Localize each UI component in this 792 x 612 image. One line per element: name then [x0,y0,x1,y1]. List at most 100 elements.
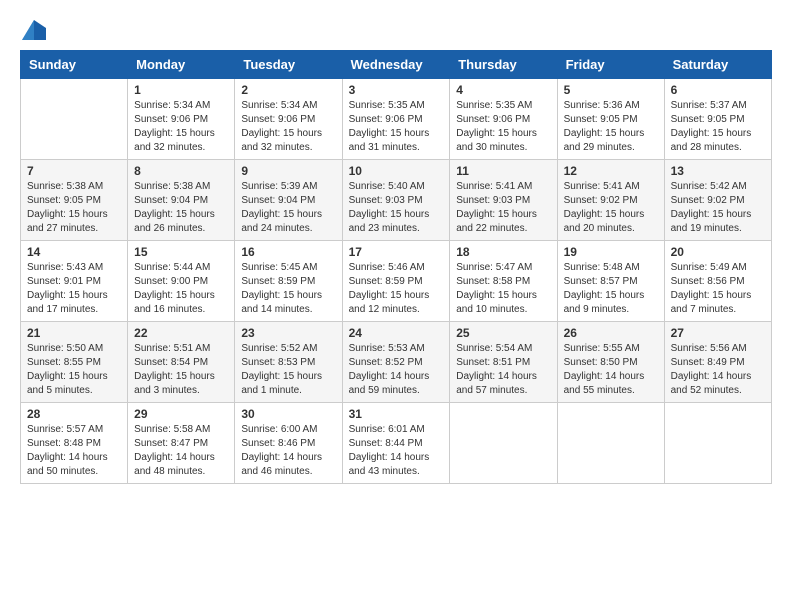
day-number: 19 [564,245,658,259]
calendar-week-row: 7 Sunrise: 5:38 AM Sunset: 9:05 PM Daylig… [21,160,772,241]
day-info: Sunrise: 5:52 AM Sunset: 8:53 PM Dayligh… [241,342,335,398]
calendar-cell [21,79,128,160]
day-of-week-header: Saturday [664,51,771,79]
calendar-cell: 7 Sunrise: 5:38 AM Sunset: 9:05 PM Daylig… [21,160,128,241]
day-number: 18 [456,245,550,259]
day-number: 20 [671,245,765,259]
day-info: Sunrise: 5:51 AM Sunset: 8:54 PM Dayligh… [134,342,228,398]
day-info: Sunrise: 5:56 AM Sunset: 8:49 PM Dayligh… [671,342,765,398]
calendar-cell: 11 Sunrise: 5:41 AM Sunset: 9:03 PM Dayli… [450,160,557,241]
calendar-cell: 25 Sunrise: 5:54 AM Sunset: 8:51 PM Dayli… [450,322,557,403]
calendar-cell: 21 Sunrise: 5:50 AM Sunset: 8:55 PM Dayli… [21,322,128,403]
calendar-cell: 5 Sunrise: 5:36 AM Sunset: 9:05 PM Daylig… [557,79,664,160]
day-of-week-header: Sunday [21,51,128,79]
calendar-cell: 20 Sunrise: 5:49 AM Sunset: 8:56 PM Dayli… [664,241,771,322]
day-info: Sunrise: 5:55 AM Sunset: 8:50 PM Dayligh… [564,342,658,398]
calendar-cell: 16Sunrise: 5:45 AM Sunset: 8:59 PM Dayli… [235,241,342,322]
day-info: Sunrise: 5:53 AM Sunset: 8:52 PM Dayligh… [349,342,444,398]
day-info: Sunrise: 5:38 AM Sunset: 9:04 PM Dayligh… [134,180,228,236]
day-info: Sunrise: 5:58 AM Sunset: 8:47 PM Dayligh… [134,423,228,479]
calendar-cell: 24Sunrise: 5:53 AM Sunset: 8:52 PM Dayli… [342,322,450,403]
calendar-cell: 22 Sunrise: 5:51 AM Sunset: 8:54 PM Dayli… [128,322,235,403]
day-number: 28 [27,407,121,421]
logo [20,20,46,40]
day-info: Sunrise: 5:34 AM Sunset: 9:06 PM Dayligh… [134,99,228,155]
day-info: Sunrise: 6:00 AM Sunset: 8:46 PM Dayligh… [241,423,335,479]
day-number: 6 [671,83,765,97]
page-header [20,20,772,40]
calendar-cell [450,403,557,484]
day-info: Sunrise: 5:47 AM Sunset: 8:58 PM Dayligh… [456,261,550,317]
day-info: Sunrise: 5:37 AM Sunset: 9:05 PM Dayligh… [671,99,765,155]
calendar-header-row: SundayMondayTuesdayWednesdayThursdayFrid… [21,51,772,79]
day-number: 31 [349,407,444,421]
day-info: Sunrise: 5:49 AM Sunset: 8:56 PM Dayligh… [671,261,765,317]
day-number: 21 [27,326,121,340]
calendar-cell: 14Sunrise: 5:43 AM Sunset: 9:01 PM Dayli… [21,241,128,322]
calendar-week-row: 1 Sunrise: 5:34 AM Sunset: 9:06 PM Daylig… [21,79,772,160]
calendar-cell: 10 Sunrise: 5:40 AM Sunset: 9:03 PM Dayli… [342,160,450,241]
calendar-week-row: 28 Sunrise: 5:57 AM Sunset: 8:48 PM Dayli… [21,403,772,484]
day-info: Sunrise: 5:41 AM Sunset: 9:03 PM Dayligh… [456,180,550,236]
calendar-cell: 4 Sunrise: 5:35 AM Sunset: 9:06 PM Daylig… [450,79,557,160]
day-info: Sunrise: 5:44 AM Sunset: 9:00 PM Dayligh… [134,261,228,317]
calendar-cell: 2Sunrise: 5:34 AM Sunset: 9:06 PM Daylig… [235,79,342,160]
day-number: 13 [671,164,765,178]
day-number: 7 [27,164,121,178]
day-info: Sunrise: 5:50 AM Sunset: 8:55 PM Dayligh… [27,342,121,398]
day-number: 15 [134,245,228,259]
calendar-cell: 8 Sunrise: 5:38 AM Sunset: 9:04 PM Daylig… [128,160,235,241]
day-info: Sunrise: 5:35 AM Sunset: 9:06 PM Dayligh… [456,99,550,155]
day-number: 12 [564,164,658,178]
day-info: Sunrise: 5:57 AM Sunset: 8:48 PM Dayligh… [27,423,121,479]
day-of-week-header: Thursday [450,51,557,79]
calendar-cell: 28 Sunrise: 5:57 AM Sunset: 8:48 PM Dayli… [21,403,128,484]
day-of-week-header: Wednesday [342,51,450,79]
day-number: 11 [456,164,550,178]
day-info: Sunrise: 5:42 AM Sunset: 9:02 PM Dayligh… [671,180,765,236]
calendar-cell: 26 Sunrise: 5:55 AM Sunset: 8:50 PM Dayli… [557,322,664,403]
day-number: 1 [134,83,228,97]
day-info: Sunrise: 5:45 AM Sunset: 8:59 PM Dayligh… [241,261,335,317]
day-info: Sunrise: 5:40 AM Sunset: 9:03 PM Dayligh… [349,180,444,236]
day-info: Sunrise: 5:41 AM Sunset: 9:02 PM Dayligh… [564,180,658,236]
day-number: 4 [456,83,550,97]
calendar-cell [557,403,664,484]
day-info: Sunrise: 5:46 AM Sunset: 8:59 PM Dayligh… [349,261,444,317]
day-number: 25 [456,326,550,340]
day-number: 30 [241,407,335,421]
calendar-cell: 12 Sunrise: 5:41 AM Sunset: 9:02 PM Dayli… [557,160,664,241]
day-info: Sunrise: 5:54 AM Sunset: 8:51 PM Dayligh… [456,342,550,398]
day-info: Sunrise: 5:39 AM Sunset: 9:04 PM Dayligh… [241,180,335,236]
day-info: Sunrise: 5:43 AM Sunset: 9:01 PM Dayligh… [27,261,121,317]
calendar-cell: 27 Sunrise: 5:56 AM Sunset: 8:49 PM Dayli… [664,322,771,403]
day-number: 29 [134,407,228,421]
calendar-cell: 3Sunrise: 5:35 AM Sunset: 9:06 PM Daylig… [342,79,450,160]
day-number: 8 [134,164,228,178]
day-number: 5 [564,83,658,97]
calendar-cell: 13 Sunrise: 5:42 AM Sunset: 9:02 PM Dayli… [664,160,771,241]
calendar-cell: 17 Sunrise: 5:46 AM Sunset: 8:59 PM Dayli… [342,241,450,322]
calendar-cell: 18 Sunrise: 5:47 AM Sunset: 8:58 PM Dayli… [450,241,557,322]
logo-icon [22,20,46,40]
calendar-cell: 23Sunrise: 5:52 AM Sunset: 8:53 PM Dayli… [235,322,342,403]
calendar-cell [664,403,771,484]
day-info: Sunrise: 6:01 AM Sunset: 8:44 PM Dayligh… [349,423,444,479]
calendar-cell: 1 Sunrise: 5:34 AM Sunset: 9:06 PM Daylig… [128,79,235,160]
day-number: 9 [241,164,335,178]
day-number: 17 [349,245,444,259]
day-number: 27 [671,326,765,340]
day-info: Sunrise: 5:36 AM Sunset: 9:05 PM Dayligh… [564,99,658,155]
calendar-table: SundayMondayTuesdayWednesdayThursdayFrid… [20,50,772,484]
day-info: Sunrise: 5:34 AM Sunset: 9:06 PM Dayligh… [241,99,335,155]
day-number: 22 [134,326,228,340]
calendar-cell: 9 Sunrise: 5:39 AM Sunset: 9:04 PM Daylig… [235,160,342,241]
day-info: Sunrise: 5:38 AM Sunset: 9:05 PM Dayligh… [27,180,121,236]
day-number: 10 [349,164,444,178]
calendar-cell: 30 Sunrise: 6:00 AM Sunset: 8:46 PM Dayli… [235,403,342,484]
calendar-cell: 6 Sunrise: 5:37 AM Sunset: 9:05 PM Daylig… [664,79,771,160]
day-of-week-header: Tuesday [235,51,342,79]
calendar-cell: 31 Sunrise: 6:01 AM Sunset: 8:44 PM Dayli… [342,403,450,484]
day-number: 26 [564,326,658,340]
day-number: 3 [349,83,444,97]
